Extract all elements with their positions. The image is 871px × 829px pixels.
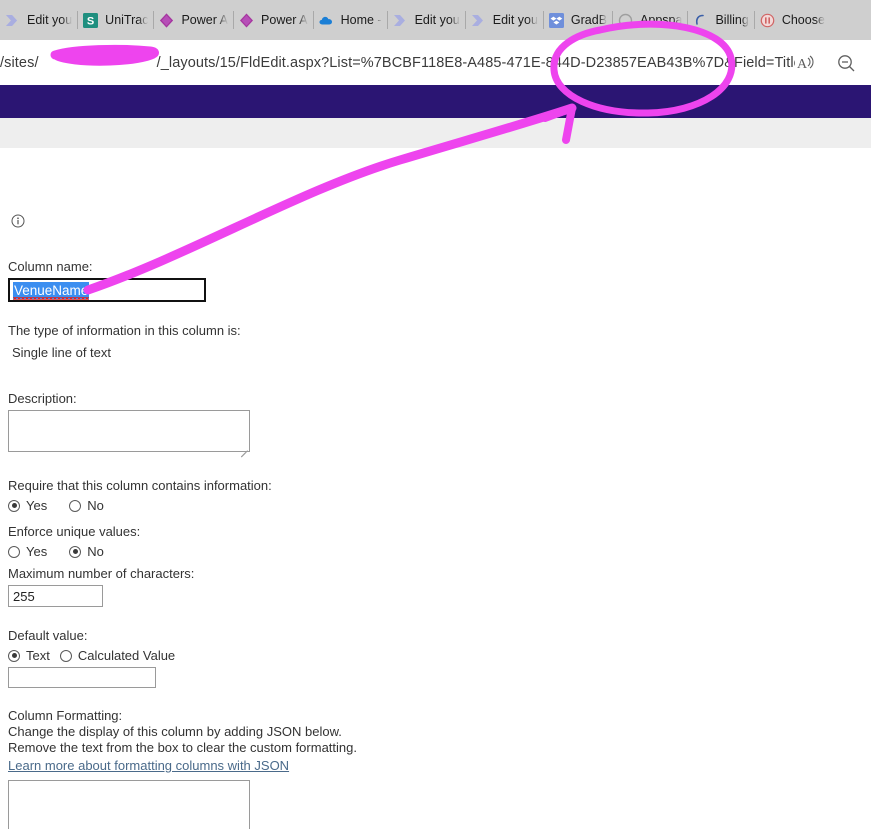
address-url-text[interactable]: /sites/ /_layouts/15/FldEdit.aspx?List=%7…	[0, 55, 795, 71]
radio-label: Yes	[26, 498, 48, 513]
require-info-option-no[interactable]: No	[69, 498, 104, 513]
red-circle-grid-icon	[759, 12, 776, 29]
sharepoint-command-bar	[0, 118, 871, 148]
edit-column-form: Column name: VenueName The type of infor…	[8, 258, 528, 829]
powerapps-diamond-icon	[238, 12, 255, 29]
browser-tab-9[interactable]: Billing	[688, 5, 753, 35]
enforce-unique-option-no[interactable]: No	[69, 544, 104, 559]
radio-icon[interactable]	[8, 499, 20, 512]
default-value-option-calculated[interactable]: Calculated Value	[59, 648, 176, 663]
enforce-unique-option-yes[interactable]: Yes	[8, 544, 47, 559]
column-name-input[interactable]: VenueName	[8, 278, 206, 302]
column-name-value: VenueName	[13, 281, 90, 300]
radio-icon[interactable]	[69, 545, 82, 558]
radio-label: No	[87, 498, 104, 513]
browser-tab-5[interactable]: Edit you	[388, 5, 465, 35]
browser-tab-7[interactable]: GradB	[544, 5, 612, 35]
browser-tab-label: Edit you	[492, 13, 538, 27]
browser-window: Edit you S UniTrac Power A Power A Home …	[0, 0, 871, 829]
page-content: n Column name: VenueName The type of inf…	[0, 148, 871, 829]
column-formatting-line-1: Change the display of this column by add…	[8, 724, 342, 739]
enforce-unique-radio-group: Yes No	[8, 544, 528, 559]
browser-tab-6[interactable]: Edit you	[466, 5, 543, 35]
browser-tab-strip: Edit you S UniTrac Power A Power A Home …	[0, 0, 871, 40]
browser-tab-label: Appspa	[640, 13, 683, 27]
radio-icon[interactable]	[59, 649, 72, 662]
powerautomate-chevron-icon	[392, 12, 409, 29]
require-info-option-yes[interactable]: Yes	[8, 498, 47, 513]
dropbox-icon	[548, 12, 565, 29]
browser-tab-10[interactable]: Choose	[755, 5, 830, 35]
powerautomate-chevron-icon	[4, 12, 21, 29]
default-value-radio-group: Text Calculated Value	[8, 648, 528, 663]
circle-ring-icon	[617, 12, 634, 29]
column-type-value: Single line of text	[12, 345, 112, 360]
url-prefix: /sites/	[0, 54, 39, 71]
info-icon[interactable]	[11, 206, 25, 227]
sharepoint-icon: S	[82, 12, 99, 29]
column-name-label: Column name:	[8, 259, 93, 274]
address-bar-icons: A	[795, 52, 871, 74]
radio-icon[interactable]	[8, 545, 20, 558]
max-characters-label: Maximum number of characters:	[8, 566, 195, 581]
column-formatting-line-2: Remove the text from the box to clear th…	[8, 740, 357, 755]
page-title: n	[0, 198, 25, 227]
description-textarea[interactable]	[8, 410, 250, 452]
browser-tab-2[interactable]: Power A	[154, 5, 233, 35]
browser-tab-label: Billing	[715, 13, 749, 27]
browser-tab-label: Edit you	[414, 13, 460, 27]
enforce-unique-label: Enforce unique values:	[8, 524, 141, 539]
url-circled-segment: 3B%7D&Field=Title	[674, 54, 795, 71]
radio-icon[interactable]	[8, 649, 20, 662]
svg-text:S: S	[87, 15, 94, 27]
powerautomate-chevron-icon	[470, 12, 487, 29]
browser-tab-8[interactable]: Appspa	[613, 5, 687, 35]
browser-tab-1[interactable]: S UniTrac	[78, 5, 153, 35]
default-value-input[interactable]	[8, 667, 156, 688]
radio-label: Calculated Value	[77, 648, 176, 663]
column-formatting-title: Column Formatting:	[8, 708, 123, 723]
radio-label: No	[87, 544, 104, 559]
powerapps-diamond-icon	[158, 12, 175, 29]
require-info-label: Require that this column contains inform…	[8, 478, 272, 493]
swoosh-icon	[692, 12, 709, 29]
column-type-label: The type of information in this column i…	[8, 323, 241, 338]
radio-icon[interactable]	[69, 499, 82, 512]
browser-tab-3[interactable]: Power A	[234, 5, 313, 35]
max-characters-input[interactable]	[8, 585, 103, 607]
zoom-out-icon[interactable]	[835, 52, 857, 74]
default-value-option-text[interactable]: Text	[8, 648, 50, 663]
browser-tab-4[interactable]: Home -	[314, 5, 387, 35]
column-formatting-textarea[interactable]	[8, 780, 250, 829]
browser-tab-0[interactable]: Edit you	[0, 5, 77, 35]
sharepoint-suite-bar	[0, 85, 871, 118]
default-value-label: Default value:	[8, 628, 88, 643]
description-label: Description:	[8, 391, 77, 406]
browser-address-bar[interactable]: /sites/ /_layouts/15/FldEdit.aspx?List=%7…	[0, 40, 871, 85]
browser-tab-label: GradB	[570, 13, 608, 27]
browser-tab-label: Power A	[181, 13, 229, 27]
browser-tab-label: Home -	[340, 13, 382, 27]
radio-label: Text	[26, 648, 50, 663]
browser-tab-label: UniTrac	[105, 13, 149, 27]
browser-tab-label: Power A	[261, 13, 308, 27]
browser-tab-label: Choose	[781, 13, 825, 27]
svg-text:A: A	[797, 57, 808, 72]
read-aloud-icon[interactable]: A	[795, 52, 817, 74]
formatting-json-learn-more-link[interactable]: Learn more about formatting columns with…	[8, 758, 289, 773]
radio-label: Yes	[26, 544, 48, 559]
browser-tab-label: Edit you	[27, 13, 73, 27]
onedrive-cloud-icon	[318, 12, 335, 29]
url-suffix: /_layouts/15/FldEdit.aspx?List=%7BCBF118…	[156, 54, 675, 71]
require-info-radio-group: Yes No	[8, 498, 528, 513]
